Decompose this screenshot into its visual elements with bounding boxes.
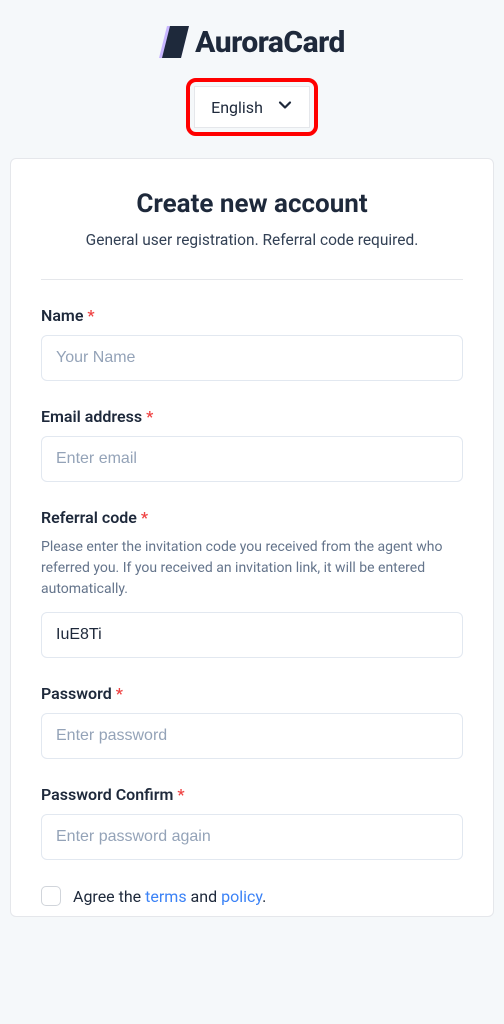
brand-logo: AuroraCard (159, 24, 345, 60)
page-subtitle: General user registration. Referral code… (41, 231, 463, 249)
email-field-group: Email address * (41, 407, 463, 482)
policy-link[interactable]: policy (221, 887, 262, 906)
required-mark: * (177, 785, 184, 804)
agree-text: Agree the terms and policy. (73, 887, 266, 906)
referral-help: Please enter the invitation code you rec… (41, 537, 463, 600)
logo-icon (159, 24, 191, 60)
divider (41, 279, 463, 280)
confirm-input[interactable] (41, 814, 463, 860)
name-input[interactable] (41, 335, 463, 381)
required-mark: * (116, 684, 123, 703)
chevron-down-icon (277, 97, 293, 117)
referral-input[interactable] (41, 612, 463, 658)
terms-link[interactable]: terms (145, 887, 186, 906)
confirm-label: Password Confirm * (41, 785, 463, 804)
language-selected: English (211, 98, 263, 117)
confirm-field-group: Password Confirm * (41, 785, 463, 860)
page-title: Create new account (41, 189, 463, 219)
agree-row: Agree the terms and policy. (41, 886, 463, 906)
password-input[interactable] (41, 713, 463, 759)
signup-card: Create new account General user registra… (10, 158, 494, 917)
language-selector-highlight: English (186, 78, 318, 136)
brand-name: AuroraCard (195, 25, 345, 60)
agree-checkbox[interactable] (41, 886, 61, 906)
language-selector[interactable]: English (194, 86, 310, 128)
password-label: Password * (41, 684, 463, 703)
required-mark: * (146, 407, 153, 426)
referral-field-group: Referral code * Please enter the invitat… (41, 508, 463, 658)
name-field-group: Name * (41, 306, 463, 381)
email-label: Email address * (41, 407, 463, 426)
email-input[interactable] (41, 436, 463, 482)
page-header: AuroraCard English (0, 0, 504, 158)
password-field-group: Password * (41, 684, 463, 759)
required-mark: * (87, 306, 94, 325)
name-label: Name * (41, 306, 463, 325)
referral-label: Referral code * (41, 508, 463, 527)
required-mark: * (141, 508, 148, 527)
